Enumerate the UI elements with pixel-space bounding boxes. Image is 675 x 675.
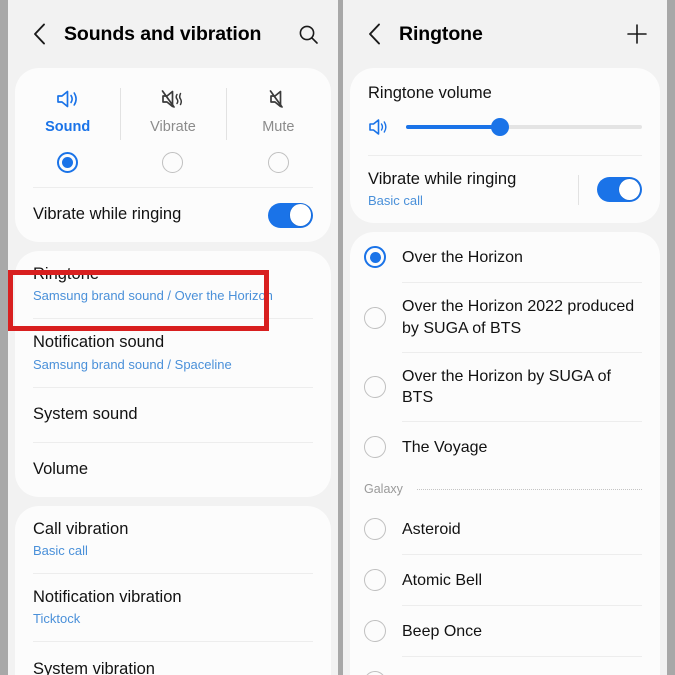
row-subtitle: Basic call [33, 543, 88, 559]
list-item-ringtone[interactable]: Ringtone Samsung brand sound / Over the … [15, 251, 331, 318]
sound-mode-radio[interactable] [267, 152, 289, 173]
ringtone-label: Beep Once [402, 622, 483, 640]
list-item-notification-sound[interactable]: Notification sound Samsung brand sound /… [15, 319, 331, 386]
ringtone-radio[interactable] [364, 671, 402, 675]
ringtone-label: Over the Horizon [402, 248, 523, 266]
chevron-left-icon [368, 23, 380, 45]
ringtone-volume-block: Ringtone volume [350, 68, 660, 155]
ringtone-option[interactable]: Beep-Beep [350, 657, 660, 675]
vibrate-while-ringing-row[interactable]: Vibrate while ringing Basic call [350, 156, 660, 223]
ringtone-option[interactable]: Atomic Bell [350, 555, 660, 605]
row-title: Volume [33, 459, 89, 478]
ringtone-radio[interactable] [364, 376, 402, 399]
ringtone-radio[interactable] [364, 620, 402, 643]
page-title: Ringtone [399, 22, 483, 45]
row-title: Vibrate while ringing [33, 205, 182, 224]
row-subtitle: Samsung brand sound / Over the Horizon [33, 288, 273, 304]
ringtone-radio[interactable] [364, 518, 402, 541]
toggle-knob [289, 204, 312, 226]
ringtone-option[interactable]: Asteroid [350, 504, 660, 554]
ringtone-label: Atomic Bell [402, 571, 483, 589]
section-dotted-divider [416, 488, 642, 490]
search-button[interactable] [292, 18, 324, 50]
ringtone-volume-card: Ringtone volume Vibrate while ringing Ba… [350, 68, 660, 224]
ringtone-radio[interactable] [364, 436, 402, 459]
row-title: Notification vibration [33, 587, 182, 606]
sound-mode-sound[interactable]: Sound [15, 84, 120, 173]
row-subtitle: Samsung brand sound / Spaceline [33, 356, 232, 372]
row-title: Notification sound [33, 333, 165, 352]
vibrate-while-ringing-toggle[interactable] [268, 202, 313, 228]
page-title: Sounds and vibration [64, 22, 262, 45]
right-appbar: Ringtone [343, 0, 667, 68]
sound-mode-mute[interactable]: Mute [225, 84, 331, 173]
ringtone-option[interactable]: Over the Horizon 2022 produced by SUGA o… [350, 283, 660, 352]
ringtone-list-card: Over the Horizon Over the Horizon 2022 p… [350, 232, 660, 675]
ringtone-radio[interactable] [364, 246, 402, 269]
row-title: Call vibration [33, 519, 129, 538]
sound-mode-radio[interactable] [162, 152, 184, 173]
section-header-galaxy: Galaxy [350, 472, 660, 504]
chevron-left-icon [33, 23, 45, 45]
ringtone-label: Asteroid [402, 520, 461, 538]
slider-fill [406, 125, 501, 129]
slider-thumb[interactable] [491, 118, 510, 136]
ringtone-radio[interactable] [364, 569, 402, 592]
list-item-volume[interactable]: Volume [15, 443, 331, 497]
list-item-notification-vibration[interactable]: Notification vibration Ticktock [15, 574, 331, 641]
sound-mode-label: Mute [262, 119, 295, 135]
vibrate-while-ringing-row[interactable]: Vibrate while ringing [15, 188, 331, 242]
sounds-and-vibration-screen: Sounds and vibration Sound Vibrate Mute … [8, 0, 338, 675]
ringtone-option[interactable]: The Voyage [350, 422, 660, 472]
sound-mode-label: Sound [45, 119, 91, 135]
speaker-mute-icon [265, 84, 291, 114]
sound-mode-card: Sound Vibrate Mute Vibrate while ringing [15, 68, 331, 242]
ringtone-radio[interactable] [364, 306, 402, 329]
back-button[interactable] [359, 19, 389, 49]
ringtone-label: Over the Horizon 2022 produced by SUGA o… [402, 298, 635, 337]
list-item-system-sound[interactable]: System sound [15, 388, 331, 442]
ringtone-option[interactable]: Over the Horizon [350, 232, 660, 282]
back-button[interactable] [24, 19, 54, 49]
sound-mode-label: Vibrate [150, 119, 196, 135]
ringtone-option[interactable]: Over the Horizon by SUGA of BTS [350, 353, 660, 422]
ringtone-screen: Ringtone Ringtone volume Vibrate while r… [343, 0, 667, 675]
row-title: System sound [33, 404, 138, 423]
ringtone-label: The Voyage [402, 438, 488, 456]
speaker-on-icon [368, 117, 394, 137]
ringtone-option[interactable]: Beep Once [350, 606, 660, 656]
sound-mode-radio[interactable] [57, 152, 79, 173]
row-title: System vibration [33, 659, 155, 675]
add-ringtone-button[interactable] [621, 18, 653, 50]
row-title: Vibrate while ringing [368, 170, 517, 188]
vibrate-while-ringing-toggle[interactable] [597, 177, 642, 203]
toggle-knob [618, 178, 641, 201]
left-appbar: Sounds and vibration [8, 0, 338, 68]
search-icon [299, 25, 318, 44]
speaker-vibrate-icon [160, 84, 186, 114]
row-subtitle: Basic call [368, 193, 423, 209]
list-item-call-vibration[interactable]: Call vibration Basic call [15, 506, 331, 573]
ringtone-volume-slider[interactable] [406, 117, 642, 137]
section-label: Galaxy [364, 482, 403, 497]
row-subtitle: Ticktock [33, 611, 81, 627]
toggle-separator [578, 174, 579, 205]
ringtone-label: Beep-Beep [402, 659, 642, 675]
ringtone-volume-label: Ringtone volume [368, 84, 492, 102]
vibration-items-card: Call vibration Basic call Notification v… [15, 505, 331, 675]
dual-screenshot: Sounds and vibration Sound Vibrate Mute … [0, 0, 675, 675]
sound-mode-vibrate[interactable]: Vibrate [120, 84, 225, 173]
plus-icon [627, 24, 647, 44]
sound-mode-selector: Sound Vibrate Mute [15, 68, 331, 187]
list-item-system-vibration[interactable]: System vibration [15, 642, 331, 675]
ringtone-label: Over the Horizon by SUGA of BTS [402, 367, 611, 407]
speaker-on-icon [55, 84, 81, 114]
sound-items-card: Ringtone Samsung brand sound / Over the … [15, 251, 331, 497]
row-title: Ringtone [33, 265, 100, 283]
